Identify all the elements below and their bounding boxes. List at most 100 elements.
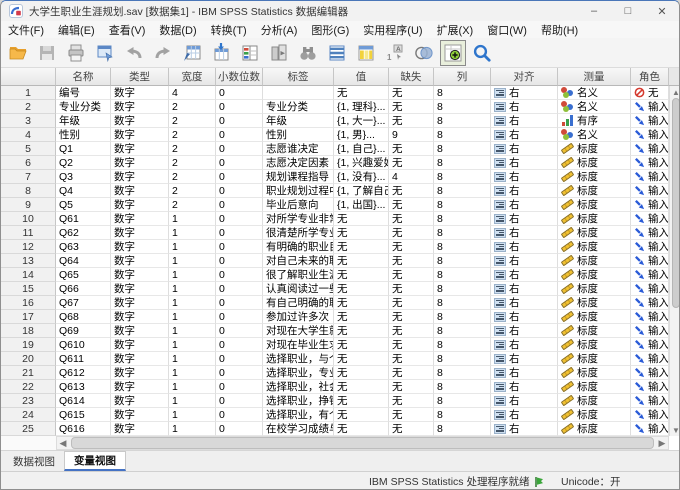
cell-label[interactable]: 专业分类 (263, 100, 334, 114)
cell-values[interactable]: 无 (334, 422, 389, 436)
cell-missing[interactable]: 无 (389, 352, 434, 366)
cell-measure[interactable]: 标度 (558, 422, 631, 436)
cell-align[interactable]: 右 (491, 422, 558, 436)
cell-type[interactable]: 数字 (111, 338, 169, 352)
cell-decimals[interactable]: 0 (216, 170, 263, 184)
cell-width[interactable]: 1 (169, 380, 216, 394)
cell-align[interactable]: 右 (491, 170, 558, 184)
row-number[interactable]: 7 (1, 170, 56, 184)
cell-values[interactable]: 无 (334, 408, 389, 422)
cell-name[interactable]: Q64 (56, 254, 111, 268)
menu-analyze[interactable]: 分析(A) (254, 22, 305, 38)
cell-values[interactable]: {1, 了解自己... (334, 184, 389, 198)
cell-missing[interactable]: 无 (389, 142, 434, 156)
tab-data-view[interactable]: 数据视图 (4, 451, 64, 471)
cell-columns[interactable]: 8 (434, 352, 491, 366)
column-header-label[interactable]: 标签 (263, 68, 334, 86)
cell-values[interactable]: {1, 大一}... (334, 114, 389, 128)
cell-missing[interactable]: 无 (389, 184, 434, 198)
cell-label[interactable]: 对现在大学生就... (263, 324, 334, 338)
cell-measure[interactable]: 标度 (558, 296, 631, 310)
cell-name[interactable]: 性别 (56, 128, 111, 142)
cell-columns[interactable]: 8 (434, 282, 491, 296)
cell-name[interactable]: Q1 (56, 142, 111, 156)
cell-role[interactable]: 输入 (631, 324, 669, 338)
cell-width[interactable]: 1 (169, 366, 216, 380)
cell-width[interactable]: 1 (169, 282, 216, 296)
cell-columns[interactable]: 8 (434, 86, 491, 100)
menu-data[interactable]: 数据(D) (152, 22, 203, 38)
scroll-left-arrow[interactable]: ◀ (57, 437, 69, 449)
cell-width[interactable]: 1 (169, 240, 216, 254)
cell-columns[interactable]: 8 (434, 268, 491, 282)
cell-align[interactable]: 右 (491, 212, 558, 226)
cell-decimals[interactable]: 0 (216, 338, 263, 352)
cell-label[interactable]: 选择职业，有个... (263, 408, 334, 422)
cell-label[interactable]: 认真阅读过一些... (263, 282, 334, 296)
cell-align[interactable]: 右 (491, 380, 558, 394)
select-cases-icon[interactable] (411, 40, 437, 66)
cell-label[interactable]: 对自己未来的职... (263, 254, 334, 268)
insert-cases-icon[interactable] (324, 40, 350, 66)
cell-columns[interactable]: 8 (434, 422, 491, 436)
cell-values[interactable]: {1, 没有}... (334, 170, 389, 184)
weight-cases-icon[interactable]: A1 (382, 40, 408, 66)
cell-label[interactable]: 选择职业，专业... (263, 366, 334, 380)
cell-name[interactable]: Q61 (56, 212, 111, 226)
split-file-icon[interactable] (266, 40, 292, 66)
cell-missing[interactable]: 无 (389, 254, 434, 268)
menu-view[interactable]: 查看(V) (102, 22, 153, 38)
cell-columns[interactable]: 8 (434, 296, 491, 310)
cell-measure[interactable]: 标度 (558, 338, 631, 352)
cell-columns[interactable]: 8 (434, 184, 491, 198)
cell-columns[interactable]: 8 (434, 114, 491, 128)
cell-name[interactable]: Q611 (56, 352, 111, 366)
cell-name[interactable]: 年级 (56, 114, 111, 128)
cell-name[interactable]: Q3 (56, 170, 111, 184)
cell-decimals[interactable]: 0 (216, 282, 263, 296)
row-number[interactable]: 18 (1, 324, 56, 338)
cell-align[interactable]: 右 (491, 114, 558, 128)
cell-name[interactable]: Q62 (56, 226, 111, 240)
cell-type[interactable]: 数字 (111, 352, 169, 366)
cell-align[interactable]: 右 (491, 366, 558, 380)
cell-measure[interactable]: 标度 (558, 198, 631, 212)
menu-graphs[interactable]: 图形(G) (304, 22, 356, 38)
cell-name[interactable]: Q65 (56, 268, 111, 282)
column-header-role[interactable]: 角色 (631, 68, 669, 86)
scroll-up-arrow[interactable]: ▲ (671, 87, 680, 97)
cell-values[interactable]: {1, 兴趣爱好... (334, 156, 389, 170)
cell-label[interactable]: 参加过许多次（... (263, 310, 334, 324)
insert-variable-icon[interactable] (353, 40, 379, 66)
cell-align[interactable]: 右 (491, 324, 558, 338)
cell-values[interactable]: {1, 男}... (334, 128, 389, 142)
cell-type[interactable]: 数字 (111, 282, 169, 296)
cell-role[interactable]: 输入 (631, 128, 669, 142)
cell-width[interactable]: 2 (169, 128, 216, 142)
value-labels-icon[interactable] (440, 40, 466, 66)
cell-align[interactable]: 右 (491, 128, 558, 142)
cell-align[interactable]: 右 (491, 408, 558, 422)
cell-type[interactable]: 数字 (111, 226, 169, 240)
cell-label[interactable]: 有自己明确的职... (263, 296, 334, 310)
cell-type[interactable]: 数字 (111, 422, 169, 436)
cell-missing[interactable]: 无 (389, 86, 434, 100)
cell-values[interactable]: 无 (334, 310, 389, 324)
column-header-align[interactable]: 对齐 (491, 68, 558, 86)
cell-name[interactable]: Q69 (56, 324, 111, 338)
column-header-width[interactable]: 宽度 (169, 68, 216, 86)
row-number[interactable]: 8 (1, 184, 56, 198)
menu-window[interactable]: 窗口(W) (480, 22, 534, 38)
cell-name[interactable]: Q67 (56, 296, 111, 310)
row-number[interactable]: 25 (1, 422, 56, 436)
cell-decimals[interactable]: 0 (216, 366, 263, 380)
cell-name[interactable]: Q4 (56, 184, 111, 198)
row-number[interactable]: 12 (1, 240, 56, 254)
cell-align[interactable]: 右 (491, 268, 558, 282)
cell-align[interactable]: 右 (491, 352, 558, 366)
cell-width[interactable]: 4 (169, 86, 216, 100)
cell-label[interactable]: 年级 (263, 114, 334, 128)
cell-measure[interactable]: 标度 (558, 170, 631, 184)
cell-measure[interactable]: 名义 (558, 86, 631, 100)
cell-role[interactable]: 输入 (631, 156, 669, 170)
